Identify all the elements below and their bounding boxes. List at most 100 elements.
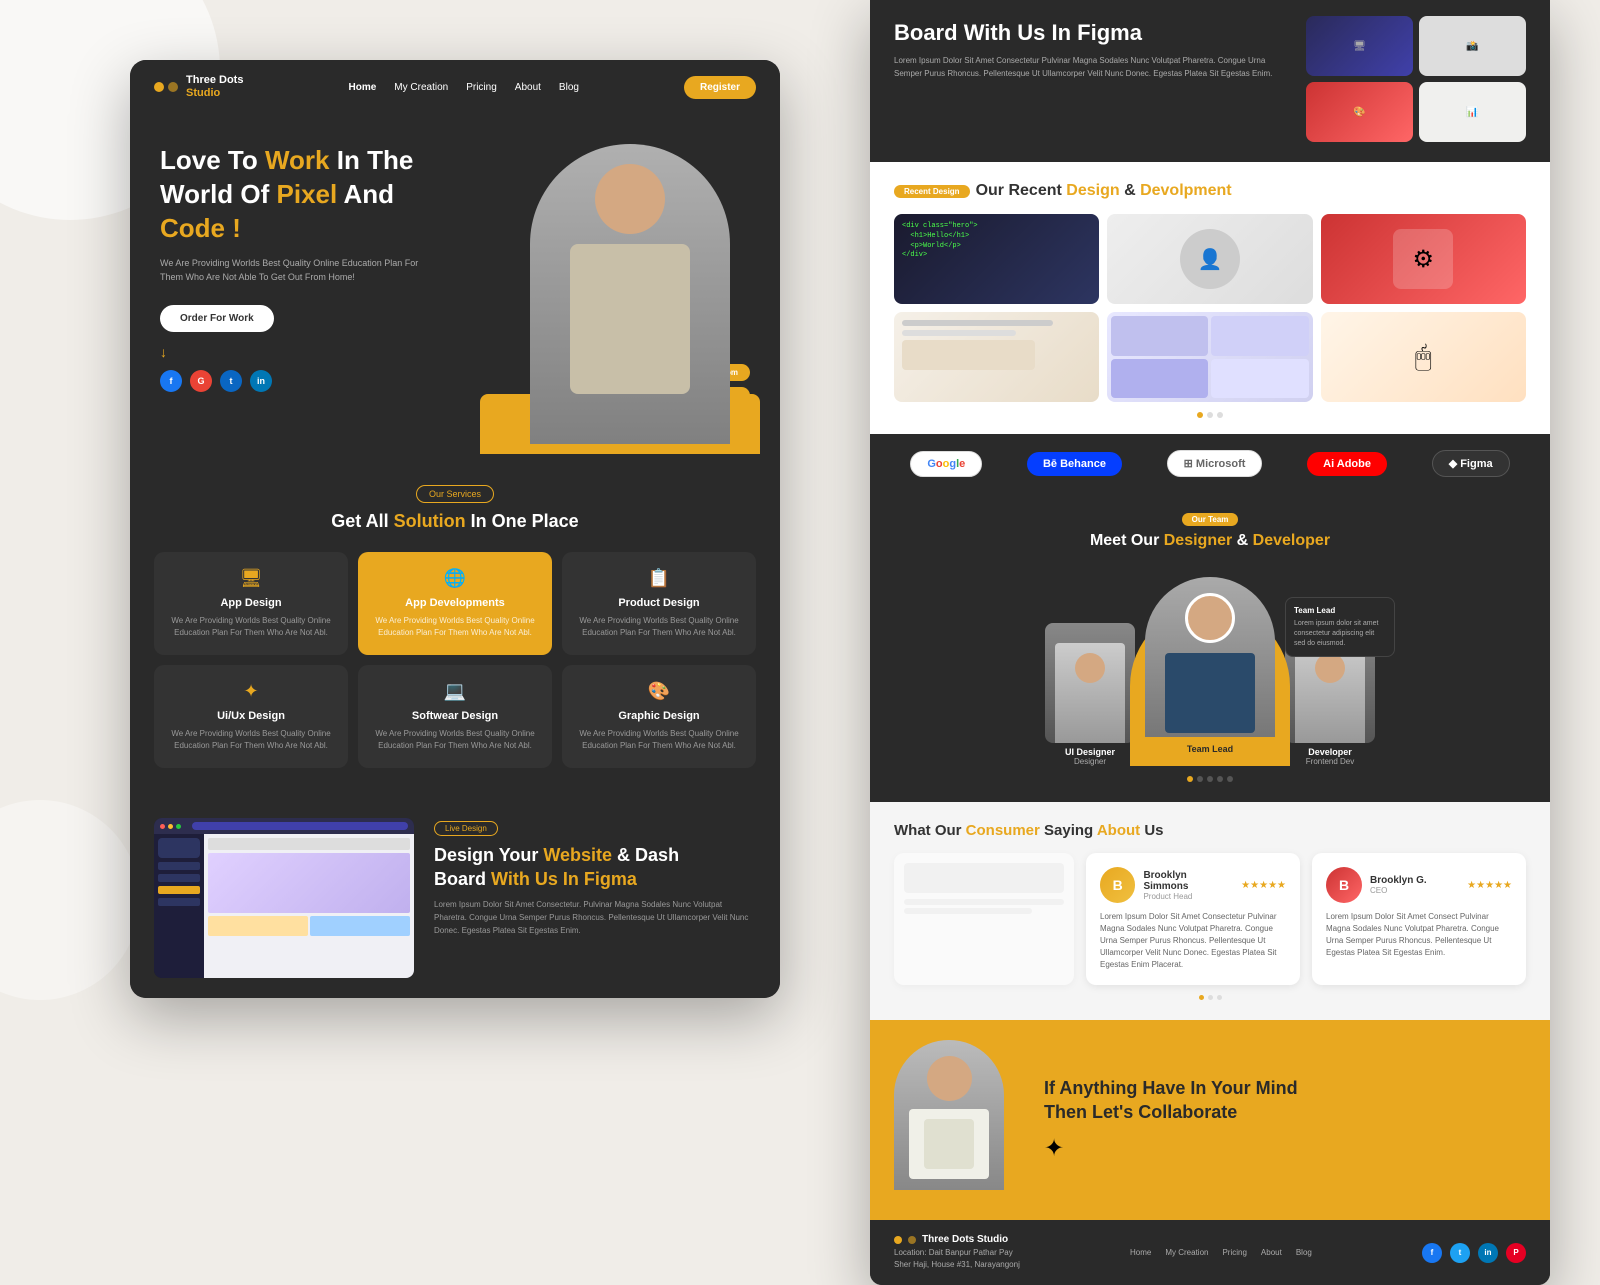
rd-dev-highlight: Devolpment: [1140, 182, 1232, 199]
nav-creation[interactable]: My Creation: [394, 82, 448, 93]
nav-pricing[interactable]: Pricing: [466, 82, 497, 93]
sidebar-item: [158, 874, 200, 882]
hero-title-part4: And: [344, 179, 395, 209]
team-member-left: UI Designer Designer: [1045, 623, 1135, 766]
sidebar-active-item: [158, 886, 200, 894]
footer-nav: Home My Creation Pricing About Blog: [1130, 1248, 1312, 1257]
google-brand[interactable]: Google: [910, 451, 982, 477]
footer-facebook-icon[interactable]: f: [1422, 1243, 1442, 1263]
footer-nav-blog[interactable]: Blog: [1296, 1248, 1312, 1257]
order-work-button[interactable]: Order For Work: [160, 305, 274, 332]
bg-circle-bottom: [0, 800, 140, 1000]
footer-twitter-icon[interactable]: t: [1450, 1243, 1470, 1263]
left-panel: Three Dots Studio Home My Creation Prici…: [130, 60, 780, 998]
footer-dot-2: [908, 1236, 916, 1244]
test-stars-2: ★★★★★: [1467, 880, 1512, 891]
hero-highlight-code: Code !: [160, 213, 241, 243]
test-title: What Our Consumer Saying About Us: [894, 822, 1526, 839]
register-button[interactable]: Register: [684, 76, 756, 99]
mockup-hero-area: [208, 853, 410, 913]
cta-person-figure: [894, 1040, 1004, 1190]
linkedin-icon[interactable]: in: [250, 370, 272, 392]
member-center-head: [1185, 593, 1235, 643]
behance-brand[interactable]: Bē Behance: [1027, 452, 1122, 476]
social-icons: f G t in: [160, 370, 440, 392]
rd-grid: <div class="hero"> <h1>Hello</h1> <p>Wor…: [894, 214, 1526, 402]
footer-linkedin-icon[interactable]: in: [1478, 1243, 1498, 1263]
test-consumer-highlight: Consumer: [966, 822, 1040, 839]
nav-home[interactable]: Home: [349, 82, 377, 93]
team-dot-3[interactable]: [1207, 776, 1213, 782]
graphic-icon: 🎨: [576, 681, 742, 702]
test-title-pre: What Our: [894, 822, 966, 839]
rd-dot-1[interactable]: [1197, 412, 1203, 418]
mockup-card-grid: [208, 916, 410, 936]
footer-nav-home[interactable]: Home: [1130, 1248, 1151, 1257]
service-app-design[interactable]: 🖥 App Design We Are Providing Worlds Bes…: [154, 552, 348, 655]
member-left-body: [1055, 643, 1125, 743]
mockup-content: [154, 834, 414, 978]
team-dot-1[interactable]: [1187, 776, 1193, 782]
rd-dot-3[interactable]: [1217, 412, 1223, 418]
microsoft-brand[interactable]: ⊞ Microsoft: [1167, 450, 1263, 477]
uiux-icon: ✦: [168, 681, 334, 702]
rd-dot-2[interactable]: [1207, 412, 1213, 418]
figma-brand[interactable]: ◆ Figma: [1432, 450, 1510, 477]
test-dot-2[interactable]: [1208, 995, 1213, 1000]
team-dev-highlight: Developer: [1253, 532, 1330, 549]
team-dot-2[interactable]: [1197, 776, 1203, 782]
rd-card-3: ⚙: [1321, 214, 1526, 304]
footer-nav-pricing[interactable]: Pricing: [1222, 1248, 1246, 1257]
ui-block-1: [1111, 316, 1208, 356]
right-top-partial: Board With Us In Figma Lorem Ipsum Dolor…: [870, 0, 1550, 162]
nav-about[interactable]: About: [515, 82, 541, 93]
service-app-dev[interactable]: 🌐 App Developments We Are Providing Worl…: [358, 552, 552, 655]
hero-text: Love To Work In The World Of Pixel And C…: [160, 144, 440, 391]
rd-card-5: [1107, 312, 1312, 402]
footer-nav-creation[interactable]: My Creation: [1165, 1248, 1208, 1257]
nav-blog[interactable]: Blog: [559, 82, 579, 93]
cta-shirt-detail: [924, 1119, 974, 1169]
studio-sub: Studio: [186, 87, 243, 100]
partial-desc: Lorem Ipsum Dolor Sit Amet Consectetur P…: [894, 55, 1292, 81]
cta-sun-icon: ✦: [1044, 1134, 1526, 1163]
google-icon[interactable]: G: [190, 370, 212, 392]
software-icon: 💻: [372, 681, 538, 702]
figma-heading: Board With Us In Figma: [894, 16, 1292, 49]
member-right-name: Developer: [1285, 747, 1375, 757]
app-dev-desc: We Are Providing Worlds Best Quality Onl…: [372, 615, 538, 639]
rd-title-pre: Our Recent: [976, 182, 1067, 199]
services-title-post: In One Place: [471, 511, 579, 531]
hero-subtitle: We Are Providing Worlds Best Quality Onl…: [160, 256, 440, 285]
design-section: Live Design Design Your Website & Dash B…: [130, 798, 780, 998]
rd-title: Our Recent Design & Devolpment: [976, 182, 1232, 200]
team-title-amp: &: [1237, 532, 1253, 549]
test-dot-3[interactable]: [1217, 995, 1222, 1000]
person-head: [595, 164, 665, 234]
service-software[interactable]: 💻 Softwear Design We Are Providing World…: [358, 665, 552, 768]
rd-title-amp: &: [1124, 182, 1140, 199]
app-dev-icon: 🌐: [372, 568, 538, 589]
sidebar-logo: [158, 838, 200, 858]
facebook-icon[interactable]: f: [160, 370, 182, 392]
ui-block-4: [1211, 359, 1308, 399]
service-product-design[interactable]: 📋 Product Design We Are Providing Worlds…: [562, 552, 756, 655]
service-uiux[interactable]: ✦ Ui/Ux Design We Are Providing Worlds B…: [154, 665, 348, 768]
test-dot-1[interactable]: [1199, 995, 1204, 1000]
member-left-head: [1075, 653, 1105, 683]
adobe-brand[interactable]: Ai Adobe: [1307, 452, 1387, 476]
footer-pinterest-icon[interactable]: P: [1506, 1243, 1526, 1263]
ui-preview: [1107, 312, 1312, 402]
partial-text-col: Board With Us In Figma Lorem Ipsum Dolor…: [894, 16, 1292, 142]
twitter-icon[interactable]: t: [220, 370, 242, 392]
service-graphic[interactable]: 🎨 Graphic Design We Are Providing Worlds…: [562, 665, 756, 768]
team-dot-5[interactable]: [1227, 776, 1233, 782]
team-dot-4[interactable]: [1217, 776, 1223, 782]
ui-block-2: [1211, 316, 1308, 356]
partial-card-4: 📊: [1419, 82, 1526, 142]
footer-nav-about[interactable]: About: [1261, 1248, 1282, 1257]
test-about-highlight: About: [1097, 822, 1140, 839]
recent-design-tag: Recent Design: [894, 185, 970, 198]
test-stars-1: ★★★★★: [1241, 880, 1286, 891]
graphic-name: Graphic Design: [576, 710, 742, 722]
